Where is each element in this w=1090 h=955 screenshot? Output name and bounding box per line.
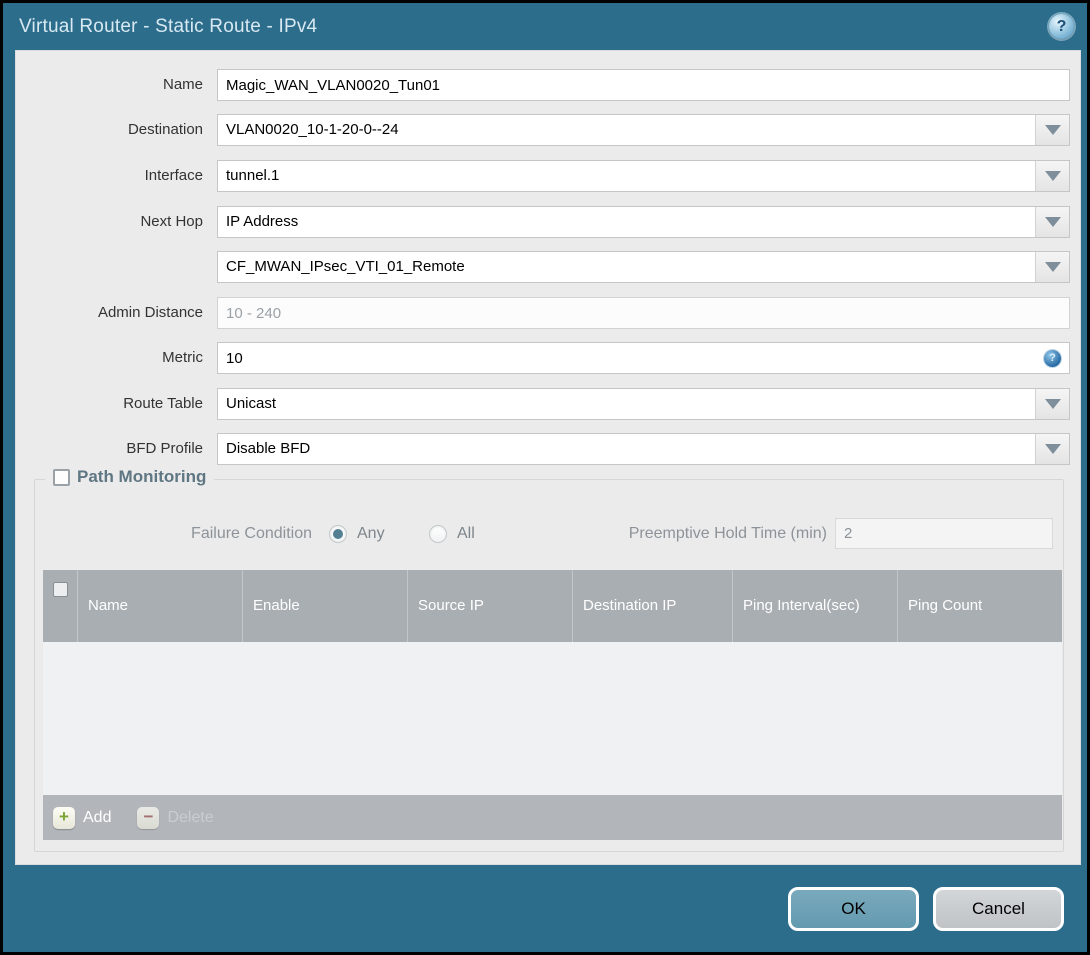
interface-value: tunnel.1 (226, 167, 280, 184)
preemptive-hold-time-label: Preemptive Hold Time (min) (628, 525, 827, 542)
dialog-frame: Virtual Router - Static Route - IPv4 ? N… (0, 0, 1090, 955)
metric-help-icon[interactable]: ? (1044, 349, 1061, 367)
next-hop-address-select[interactable]: CF_MWAN_IPsec_VTI_01_Remote (217, 251, 1070, 283)
failure-condition-label: Failure Condition (191, 525, 312, 542)
next-hop-label: Next Hop (140, 213, 203, 230)
delete-icon: − (137, 806, 160, 829)
metric-input[interactable] (218, 343, 1044, 373)
name-input[interactable] (218, 70, 1069, 100)
title-bar: Virtual Router - Static Route - IPv4 ? (3, 3, 1087, 50)
chevron-down-icon (1044, 444, 1061, 454)
select-all-cell (43, 570, 77, 642)
destination-value: VLAN0020_10-1-20-0--24 (226, 121, 399, 138)
destination-row: Destination VLAN0020_10-1-20-0--24 (16, 114, 1080, 146)
dialog-button-bar: OK Cancel (3, 865, 1087, 952)
path-monitoring-checkbox[interactable] (53, 468, 70, 486)
metric-row: Metric ? (16, 342, 1080, 374)
path-monitoring-table: Name Enable Source IP Destination IP Pin… (43, 570, 1062, 840)
interface-label: Interface (144, 167, 203, 184)
next-hop-address-value: CF_MWAN_IPsec_VTI_01_Remote (226, 258, 465, 275)
destination-dropdown-button[interactable] (1035, 115, 1069, 145)
add-button-label: Add (83, 808, 112, 826)
failure-all-label: All (457, 525, 475, 542)
column-header-destination-ip[interactable]: Destination IP (572, 570, 732, 642)
ok-button[interactable]: OK (788, 886, 919, 931)
help-icon[interactable]: ? (1049, 14, 1074, 39)
form-panel: Name Destination VLAN0020_10-1-20-0--24 … (15, 50, 1081, 865)
add-icon: + (53, 806, 75, 829)
column-header-ping-interval[interactable]: Ping Interval(sec) (732, 570, 897, 642)
next-hop-dropdown-button[interactable] (1035, 207, 1069, 237)
column-header-source-ip[interactable]: Source IP (407, 570, 572, 642)
route-table-value: Unicast (226, 395, 277, 412)
failure-all-radio[interactable] (429, 525, 447, 543)
chevron-down-icon (1044, 171, 1061, 181)
add-button[interactable]: + Add (53, 806, 112, 829)
metric-label: Metric (162, 349, 203, 366)
admin-distance-field (217, 297, 1070, 329)
bfd-profile-label: BFD Profile (126, 440, 203, 457)
name-row: Name (16, 69, 1080, 101)
select-all-checkbox[interactable] (52, 582, 68, 597)
route-table-label: Route Table (123, 395, 203, 412)
next-hop-select[interactable]: IP Address (217, 206, 1070, 238)
table-header: Name Enable Source IP Destination IP Pin… (43, 570, 1062, 642)
next-hop-address-dropdown-button[interactable] (1035, 252, 1069, 282)
failure-any-label: Any (357, 525, 385, 542)
chevron-down-icon (1044, 125, 1061, 135)
failure-condition-row: Failure Condition Any All Preemptive Hol… (35, 518, 1063, 550)
chevron-down-icon (1044, 399, 1061, 409)
bfd-profile-dropdown-button[interactable] (1035, 434, 1069, 464)
interface-row: Interface tunnel.1 (16, 160, 1080, 192)
table-footer: + Add − Delete (43, 795, 1062, 840)
bfd-profile-value: Disable BFD (226, 440, 311, 457)
delete-button-label: Delete (167, 808, 214, 826)
destination-select[interactable]: VLAN0020_10-1-20-0--24 (217, 114, 1070, 146)
cancel-button[interactable]: Cancel (933, 886, 1064, 931)
interface-dropdown-button[interactable] (1035, 161, 1069, 191)
bfd-profile-row: BFD Profile Disable BFD (16, 433, 1080, 465)
path-monitoring-legend: Path Monitoring (45, 467, 215, 487)
route-table-dropdown-button[interactable] (1035, 389, 1069, 419)
path-monitoring-title: Path Monitoring (77, 467, 207, 486)
column-header-ping-count[interactable]: Ping Count (897, 570, 1062, 642)
preemptive-hold-time-input[interactable] (835, 518, 1053, 549)
admin-distance-row: Admin Distance (16, 297, 1080, 329)
column-header-name[interactable]: Name (77, 570, 242, 642)
chevron-down-icon (1044, 217, 1061, 227)
path-monitoring-section: Path Monitoring Failure Condition Any Al… (34, 467, 1064, 852)
name-field (217, 69, 1070, 101)
chevron-down-icon (1044, 262, 1061, 272)
next-hop-address-row: CF_MWAN_IPsec_VTI_01_Remote (16, 251, 1080, 283)
bfd-profile-select[interactable]: Disable BFD (217, 433, 1070, 465)
admin-distance-input[interactable] (218, 298, 1069, 328)
next-hop-row: Next Hop IP Address (16, 206, 1080, 238)
failure-any-radio[interactable] (329, 525, 347, 543)
route-table-select[interactable]: Unicast (217, 388, 1070, 420)
table-body (43, 642, 1062, 795)
route-table-row: Route Table Unicast (16, 388, 1080, 420)
delete-button[interactable]: − Delete (137, 806, 214, 829)
metric-field: ? (217, 342, 1070, 374)
admin-distance-label: Admin Distance (97, 304, 203, 321)
next-hop-value: IP Address (226, 213, 299, 230)
interface-select[interactable]: tunnel.1 (217, 160, 1070, 192)
dialog-title: Virtual Router - Static Route - IPv4 (19, 16, 318, 37)
destination-label: Destination (127, 121, 203, 138)
name-label: Name (162, 76, 203, 93)
column-header-enable[interactable]: Enable (242, 570, 407, 642)
